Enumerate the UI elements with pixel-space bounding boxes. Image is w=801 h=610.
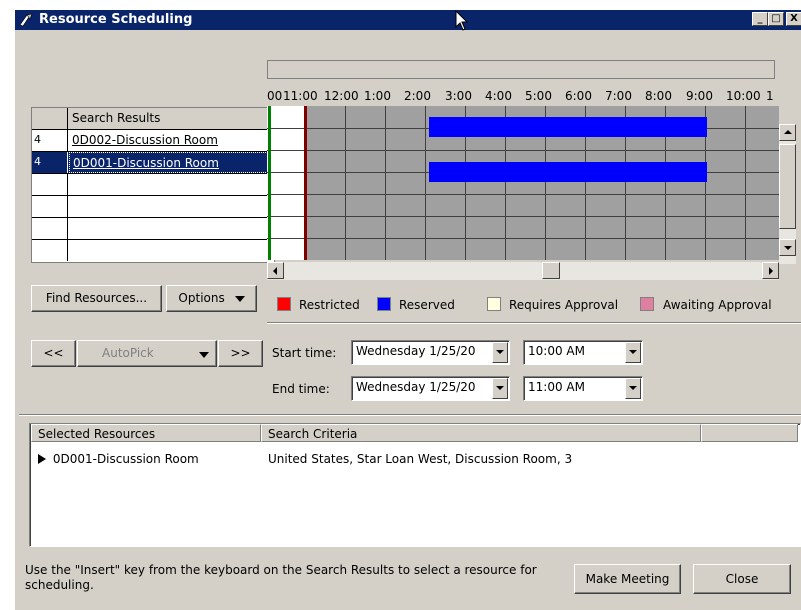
timeline-hour-label: 6:00 <box>565 89 592 103</box>
column-header-selected-resources[interactable]: Selected Resources <box>31 424 261 442</box>
legend-swatch <box>487 297 501 311</box>
search-results-header-row: Search Results <box>32 108 274 130</box>
column-header-empty[interactable] <box>701 424 798 442</box>
title-bar[interactable]: Resource Scheduling _ □ X <box>15 10 801 30</box>
scroll-thumb[interactable] <box>779 144 796 229</box>
timeline-date-header <box>267 60 775 79</box>
resource-link[interactable]: 0D001-Discussion Room <box>69 152 274 173</box>
start-marker <box>268 106 271 260</box>
end-marker <box>304 106 307 260</box>
timeline-horizontal-scrollbar[interactable] <box>267 262 779 280</box>
list-item[interactable]: 0D001-Discussion Room <box>38 452 199 466</box>
legend-label: Awaiting Approval <box>663 298 772 312</box>
legend-swatch <box>277 297 291 311</box>
start-date-dropdown[interactable]: Wednesday 1/25/20 <box>351 340 510 365</box>
timeline-hour-label: 4:00 <box>485 89 512 103</box>
end-date-dropdown[interactable]: Wednesday 1/25/20 <box>351 376 510 401</box>
end-time-dropdown[interactable]: 11:00 AM <box>523 376 643 401</box>
timeline-hour-label: 1 <box>766 89 774 103</box>
scroll-left-button[interactable] <box>267 262 284 279</box>
scroll-down-button[interactable] <box>779 239 796 256</box>
horizontal-scroll-thumb[interactable] <box>542 262 560 279</box>
start-time-dropdown[interactable]: 10:00 AM <box>523 340 643 365</box>
play-arrow-icon <box>38 454 46 464</box>
timeline-vertical-scrollbar[interactable] <box>779 124 796 264</box>
selected-resources-list[interactable]: Selected Resources Search Criteria 0D001… <box>29 423 801 547</box>
availability-grid[interactable] <box>267 106 779 260</box>
table-row[interactable] <box>32 240 274 262</box>
search-results-header: Search Results <box>72 111 161 125</box>
autopick-button[interactable]: AutoPick <box>77 340 217 367</box>
close-button[interactable]: Close <box>693 564 791 594</box>
selected-resource-criteria: United States, Star Loan West, Discussio… <box>268 452 573 466</box>
timeline-hour-label: 8:00 <box>645 89 672 103</box>
maximize-button[interactable]: □ <box>768 12 784 26</box>
timeline-hour-label: 12:00 <box>324 89 359 103</box>
resource-link[interactable]: 0D002-Discussion Room <box>69 130 274 151</box>
chevron-down-icon[interactable] <box>492 342 508 363</box>
legend-swatch <box>377 297 391 311</box>
search-result-row-selected[interactable]: 4 0D001-Discussion Room <box>32 152 274 174</box>
timeline-hour-label: 2:00 <box>404 89 431 103</box>
chevron-down-icon[interactable] <box>625 342 641 363</box>
selected-resource-name: 0D001-Discussion Room <box>52 452 199 466</box>
divider <box>19 414 801 416</box>
availability-chart <box>267 106 779 260</box>
scroll-up-button[interactable] <box>779 124 796 141</box>
table-row[interactable] <box>32 174 274 196</box>
next-button[interactable]: >> <box>218 340 263 367</box>
table-row[interactable] <box>32 218 274 240</box>
legend-swatch <box>640 297 654 311</box>
legend-label: Restricted <box>299 298 360 312</box>
divider <box>267 322 801 324</box>
chevron-down-icon[interactable] <box>625 378 641 399</box>
timeline-hour-label: 5:00 <box>525 89 552 103</box>
chevron-down-icon <box>199 352 209 358</box>
timeline-hour-label: 1:00 <box>364 89 391 103</box>
chevron-down-icon <box>234 295 245 302</box>
make-meeting-button[interactable]: Make Meeting <box>574 564 681 594</box>
end-time-label: End time: <box>272 382 330 396</box>
search-result-row[interactable]: 4 0D002-Discussion Room <box>32 130 274 152</box>
timeline-hour-label: 7:00 <box>605 89 632 103</box>
close-window-button[interactable]: X <box>786 12 801 26</box>
find-resources-button[interactable]: Find Resources... <box>31 285 162 312</box>
scroll-right-button[interactable] <box>762 262 779 279</box>
previous-button[interactable]: << <box>31 340 76 367</box>
timeline-hour-label: 00 <box>267 89 283 103</box>
window-title: Resource Scheduling <box>39 12 193 27</box>
reservation-bar-room2 <box>429 117 707 137</box>
timeline-hour-label: 11:00 <box>283 89 318 103</box>
timeline-hour-label: 10:00 <box>726 89 761 103</box>
mouse-cursor-icon <box>455 10 469 31</box>
table-row[interactable] <box>32 196 274 218</box>
reservation-bar-room1 <box>429 162 707 182</box>
legend-label: Requires Approval <box>509 298 619 312</box>
timeline-hour-label: 9:00 <box>686 89 713 103</box>
timeline-hour-label: 3:00 <box>445 89 472 103</box>
resource-scheduling-window: Resource Scheduling _ □ X 00 11:00 12:00 1:… <box>14 9 801 610</box>
minimize-button[interactable]: _ <box>752 12 768 26</box>
legend-label: Reserved <box>399 298 455 312</box>
search-results-grid[interactable]: Search Results 4 0D002-Discussion Room 4… <box>31 107 275 263</box>
chevron-down-icon[interactable] <box>492 378 508 399</box>
app-icon <box>19 13 33 27</box>
options-button[interactable]: Options <box>166 285 257 312</box>
start-time-label: Start time: <box>272 346 337 360</box>
column-header-search-criteria[interactable]: Search Criteria <box>261 424 701 442</box>
hint-text: Use the "Insert" key from the keyboard o… <box>25 563 537 592</box>
